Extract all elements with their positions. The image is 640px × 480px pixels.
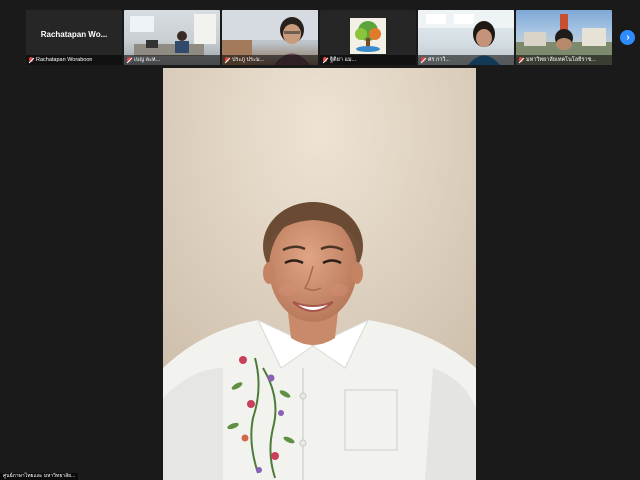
active-speaker-video	[163, 68, 476, 480]
participant-label: Rachatapan Woraboon	[36, 57, 93, 63]
participant-label-bar: เบญ ละห...	[124, 55, 220, 65]
participant-display-name: Rachatapan Wo...	[40, 30, 108, 39]
speaker-video-frame	[163, 68, 476, 480]
participant-label-bar: Rachatapan Woraboon	[26, 55, 122, 65]
participant-tile[interactable]: ฐิติยา แม...	[320, 10, 416, 65]
participant-label: ศร กาวิ...	[428, 57, 451, 63]
active-speaker-name-label: ศูนย์ภาษาไทยและ มหาวิทยาลัย...	[0, 473, 79, 480]
participant-tile[interactable]: เบญ ละห...	[124, 10, 220, 65]
mic-muted-icon	[126, 56, 132, 64]
mic-muted-icon	[28, 56, 34, 64]
participant-tile[interactable]: ประภู ประม...	[222, 10, 318, 65]
chevron-right-icon: ›	[626, 31, 630, 43]
participant-tile[interactable]: มหาวิทยาลัยเทคโนโลยีราช...	[516, 10, 612, 65]
next-page-button[interactable]: ›	[620, 30, 635, 45]
participant-tile[interactable]: ศร กาวิ...	[418, 10, 514, 65]
mic-muted-icon	[322, 56, 328, 64]
meeting-window: Rachatapan Wo... Rachatapan Woraboon เบญ…	[0, 0, 640, 480]
mic-muted-icon	[224, 56, 230, 64]
mic-muted-icon	[518, 56, 524, 64]
participant-label-bar: มหาวิทยาลัยเทคโนโลยีราช...	[516, 55, 612, 65]
participant-label: ประภู ประม...	[232, 57, 265, 63]
participant-tile[interactable]: Rachatapan Wo... Rachatapan Woraboon	[26, 10, 122, 65]
mic-muted-icon	[420, 56, 426, 64]
participant-label: เบญ ละห...	[134, 57, 161, 63]
participant-label-bar: ประภู ประม...	[222, 55, 318, 65]
participant-label-bar: ศร กาวิ...	[418, 55, 514, 65]
participant-strip: Rachatapan Wo... Rachatapan Woraboon เบญ…	[0, 0, 640, 68]
participant-label: ฐิติยา แม...	[330, 57, 357, 63]
participant-label-bar: ฐิติยา แม...	[320, 55, 416, 65]
participant-label: มหาวิทยาลัยเทคโนโลยีราช...	[526, 57, 596, 63]
